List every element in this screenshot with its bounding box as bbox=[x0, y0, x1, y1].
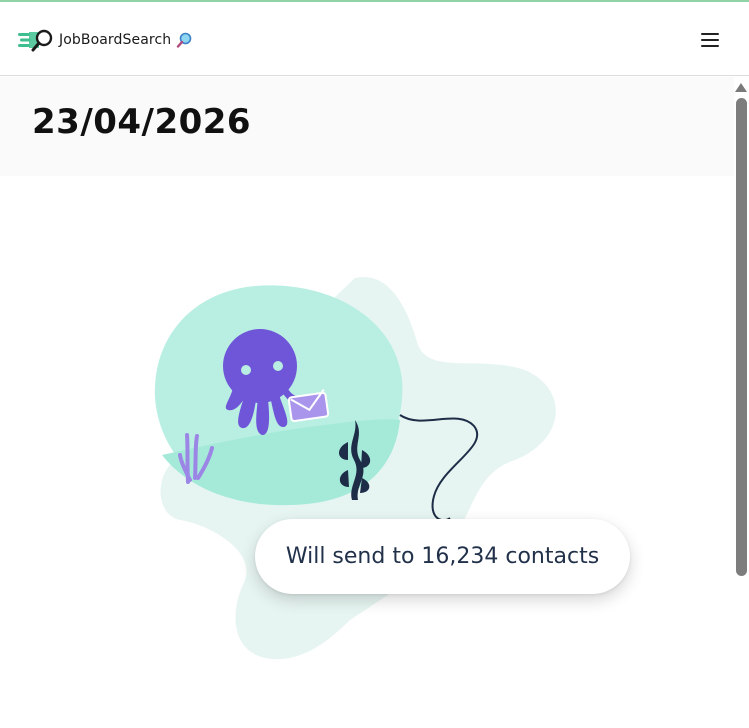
scrollbar-thumb[interactable] bbox=[736, 98, 747, 576]
send-contacts-pill: Will send to 16,234 contacts bbox=[255, 519, 630, 594]
hamburger-menu-button[interactable] bbox=[699, 30, 721, 50]
hamburger-menu-icon bbox=[701, 33, 719, 35]
speed-magnifier-logo-icon bbox=[18, 29, 53, 52]
page-title-date: 23/04/2026 bbox=[32, 102, 252, 142]
magnifying-glass-icon bbox=[177, 32, 192, 48]
brand-link[interactable]: JobBoardSearch bbox=[17, 28, 192, 52]
brand-name: JobBoardSearch bbox=[59, 32, 172, 48]
send-message-text: Will send to 16,234 contacts bbox=[285, 544, 600, 569]
scroll-up-arrow-icon[interactable] bbox=[735, 83, 747, 92]
navbar: JobBoardSearch bbox=[0, 2, 749, 76]
octopus-envelope-illustration-icon bbox=[154, 276, 556, 660]
